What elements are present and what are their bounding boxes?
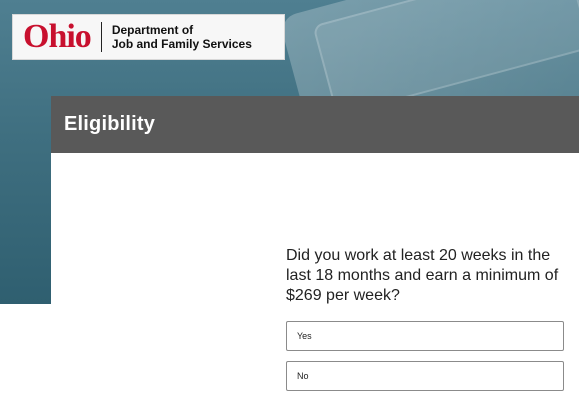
ohio-wordmark: Ohio <box>23 18 92 55</box>
odjfs-logo[interactable]: Ohio Department of Job and Family Servic… <box>12 14 285 60</box>
answer-no-label: No <box>297 371 309 381</box>
department-line-1: Department of <box>111 23 194 37</box>
answer-yes-button[interactable]: Yes <box>286 321 564 351</box>
page-title: Eligibility <box>64 113 156 135</box>
department-line-2: Job and Family Services <box>111 37 252 51</box>
answer-no-button[interactable]: No <box>286 361 564 391</box>
eligibility-question: Did you work at least 20 weeks in the la… <box>286 247 559 304</box>
eligibility-card: Eligibility Did you work at least 20 wee… <box>51 96 579 412</box>
card-header: Eligibility <box>51 96 579 153</box>
department-name: Department of Job and Family Services <box>112 23 252 51</box>
logo-divider <box>100 22 102 52</box>
answer-yes-label: Yes <box>297 331 312 341</box>
